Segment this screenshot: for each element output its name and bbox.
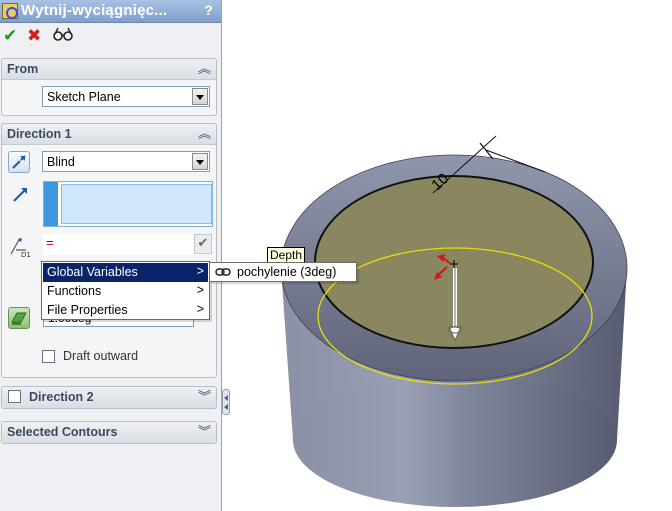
direction1-group: Direction 1 ︽ Blind D1 = ✔ Draft outward — [1, 123, 217, 378]
cylinder-bottom-edge — [293, 373, 617, 507]
direction-vector-icon — [13, 188, 27, 202]
direction2-group: Direction 2 ︾ — [1, 386, 217, 409]
property-manager: Wytnij-wyciągnięc... ? ✔ ✖ From ︽ Sketch… — [0, 0, 222, 511]
selection-color-strip — [44, 182, 58, 226]
submenu-arrow-icon: > — [196, 283, 204, 297]
menu-item-file-properties[interactable]: File Properties > — [43, 301, 208, 320]
reverse-direction-icon — [12, 155, 26, 169]
depth-dimension-icon: D1 — [10, 237, 31, 258]
direction-selection-box[interactable] — [43, 181, 213, 227]
submenu-arrow-icon: > — [196, 264, 204, 278]
svg-text:D1: D1 — [21, 251, 31, 258]
selected-contours-header[interactable]: Selected Contours ︾ — [2, 422, 216, 443]
menu-item-functions[interactable]: Functions > — [43, 282, 208, 301]
selected-contours-group: Selected Contours ︾ — [1, 421, 217, 444]
selected-contours-title: Selected Contours — [7, 425, 118, 439]
direction2-group-title: Direction 2 — [29, 390, 94, 404]
dropdown-arrow-icon[interactable] — [192, 88, 208, 105]
expand-chevron-icon[interactable]: ︾ — [198, 388, 211, 406]
draft-toggle-button[interactable] — [8, 307, 30, 329]
collapse-chevron-icon[interactable]: ︽ — [198, 125, 211, 143]
submenu-arrow-icon: > — [196, 302, 204, 316]
direction-selection-list[interactable] — [61, 184, 212, 224]
from-group-header[interactable]: From ︽ — [2, 59, 216, 80]
direction1-group-header[interactable]: Direction 1 ︽ — [2, 124, 216, 145]
accept-equation-icon[interactable]: ✔ — [194, 234, 212, 254]
panel-splitter-handle[interactable] — [222, 389, 230, 415]
equation-text: = — [46, 235, 54, 250]
link-icon — [215, 268, 231, 276]
direction2-checkbox[interactable] — [8, 390, 21, 403]
title-bar: Wytnij-wyciągnięc... ? — [0, 0, 221, 23]
collapse-chevron-icon[interactable]: ︽ — [198, 60, 211, 78]
draft-outward-checkbox[interactable] — [42, 350, 55, 363]
equation-context-menu: Global Variables > Functions > File Prop… — [41, 261, 210, 320]
end-condition-select[interactable]: Blind — [42, 151, 210, 172]
depth-equation-field[interactable]: = ✔ — [43, 234, 213, 255]
menu-item-global-variables[interactable]: Global Variables > — [43, 263, 208, 282]
ok-icon[interactable]: ✔ — [3, 26, 17, 46]
start-condition-value: Sketch Plane — [47, 90, 121, 104]
draft-icon — [11, 312, 27, 325]
end-condition-value: Blind — [47, 155, 75, 169]
expand-chevron-icon[interactable]: ︾ — [198, 423, 211, 441]
from-group-title: From — [7, 62, 39, 76]
dropdown-arrow-icon[interactable] — [192, 153, 208, 170]
glasses-icon — [53, 27, 73, 41]
reverse-direction-button[interactable] — [8, 151, 30, 173]
from-group: From ︽ Sketch Plane — [1, 58, 217, 116]
global-variable-item[interactable]: pochylenie (3deg) — [237, 265, 336, 279]
cut-extrude-icon — [2, 3, 18, 19]
feature-title: Wytnij-wyciągnięc... — [21, 2, 168, 19]
direction2-group-header[interactable]: Direction 2 ︾ — [2, 387, 216, 408]
action-bar: ✔ ✖ — [0, 26, 221, 48]
direction1-group-title: Direction 1 — [7, 127, 72, 141]
draft-outward-label: Draft outward — [63, 349, 139, 363]
start-condition-select[interactable]: Sketch Plane — [42, 86, 210, 107]
help-button[interactable]: ? — [200, 2, 217, 20]
detailed-preview-icon[interactable] — [53, 26, 73, 48]
global-variables-submenu[interactable]: pochylenie (3deg) — [209, 262, 357, 282]
cancel-icon[interactable]: ✖ — [27, 26, 41, 46]
